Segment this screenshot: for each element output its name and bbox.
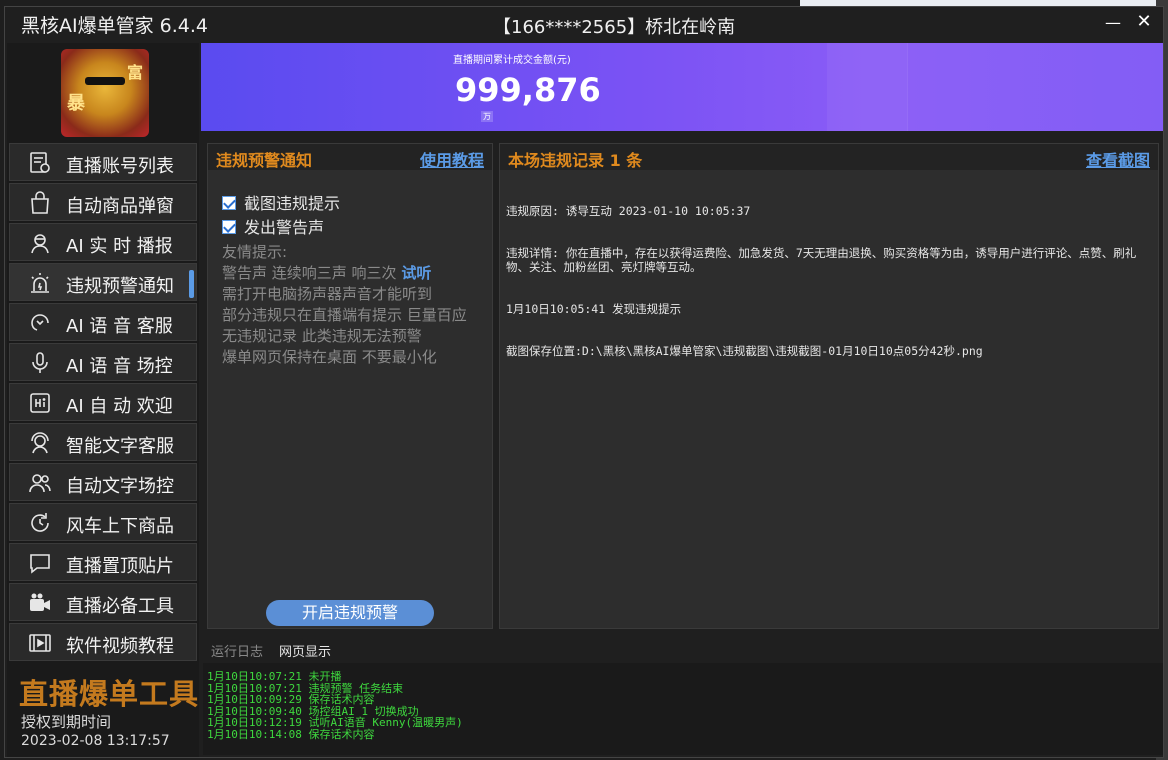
violation-record-text: 违规原因: 诱导互动 2023-01-10 10:05:37 违规详情: 你在直… [506,176,1152,386]
panel-title: 违规预警通知 [216,151,313,170]
user-title: 【166****2565】桥北在岭南 [493,17,736,38]
sales-total-unit: 万 [481,111,493,122]
sidebar-item-label: 直播账号列表 [66,156,174,177]
sidebar-item-label: AI 语 音 场控 [66,356,173,377]
checkbox-label: 截图违规提示 [244,194,341,213]
expire-date: 2023-02-08 13:17:57 [21,733,170,749]
tip-line: 警告声 连续响三声 响三次 试听 [222,263,467,284]
panel-title: 本场违规记录 1 条 [508,151,643,170]
log-tabs: 运行日志 网页显示 [201,637,1163,663]
checkbox-label: 发出警告声 [244,218,325,237]
tip-line: 部分违规只在直播端有提示 巨量百应 [222,306,467,324]
view-screenshot-link[interactable]: 查看截图 [1086,147,1150,171]
avatar: 暴 富 [61,49,149,137]
tip-sound-text: 警告声 连续响三声 响三次 [222,264,397,282]
log-line: 1月10日10:12:19 试听AI语音 Kenny(温暖男声) [207,716,463,729]
pin-message-icon [30,554,50,574]
sidebar-item-label: 软件视频教程 [66,636,174,657]
sidebar-item-product-popup[interactable]: 自动商品弹窗 [9,183,197,221]
sidebar-item-ai-voice-control[interactable]: AI 语 音 场控 [9,343,197,381]
record-line: 违规原因: 诱导互动 2023-01-10 10:05:37 [506,204,751,218]
banner-decoration [907,43,1163,131]
sidebar-item-label: 自动文字场控 [66,476,174,497]
sidebar-item-label: 智能文字客服 [66,436,174,457]
banner-decoration [827,43,907,131]
sidebar-item-label: 风车上下商品 [66,516,174,537]
sales-banner: 直播期间累计成交金额(元) 999,876 万 [201,43,1163,131]
sidebar-item-live-tools[interactable]: 直播必备工具 [9,583,197,621]
account-list-icon [30,152,50,173]
camera-tools-icon [30,593,50,611]
sidebar: 暴 富 直播账号列表 自动商品弹窗 AI 实 时 播报 违规预警通知 AI 语 … [7,43,199,757]
minimize-button[interactable]: — [1103,13,1123,33]
sidebar-item-account-list[interactable]: 直播账号列表 [9,143,197,181]
tip-line: 爆单网页保持在桌面 不要最小化 [222,348,437,366]
screenshot-checkbox-row[interactable]: 截图违规提示 [222,190,340,214]
sidebar-item-ai-voice-service[interactable]: AI 语 音 客服 [9,303,197,341]
start-warning-button[interactable]: 开启违规预警 [266,600,434,626]
sidebar-item-ai-welcome[interactable]: AI 自 动 欢迎 [9,383,197,421]
panel-header: 违规预警通知 使用教程 [208,144,492,170]
sidebar-item-product-rotation[interactable]: 风车上下商品 [9,503,197,541]
sidebar-item-label: AI 实 时 播报 [66,236,173,257]
hi-icon [30,393,50,413]
log-area[interactable]: 1月10日10:07:21 未开播 1月10日10:07:21 违规预警 任务结… [203,663,1163,755]
shopping-bag-icon [31,191,49,214]
active-indicator [189,270,194,298]
app-title: 黑核AI爆单管家 6.4.4 [21,15,208,37]
broadcaster-icon [31,234,49,254]
violation-record-panel: 本场违规记录 1 条 查看截图 违规原因: 诱导互动 2023-01-10 10… [499,143,1159,629]
sidebar-item-label: AI 自 动 欢迎 [66,396,173,417]
sidebar-item-video-tutorial[interactable]: 软件视频教程 [9,623,197,661]
sunglasses-icon [85,77,125,85]
log-line: 1月10日10:07:21 未开播 [207,670,342,683]
video-tutorial-icon [29,634,51,652]
sidebar-nav: 直播账号列表 自动商品弹窗 AI 实 时 播报 违规预警通知 AI 语 音 客服 [9,143,197,663]
microphone-icon [32,352,48,373]
title-bar: 黑核AI爆单管家 6.4.4 【166****2565】桥北在岭南 — ✕ [5,7,1163,41]
sidebar-item-label: 直播置顶贴片 [66,556,174,577]
voice-service-icon [31,314,49,331]
sidebar-item-label: 自动商品弹窗 [66,196,174,217]
try-listen-link[interactable]: 试听 [401,264,431,282]
expire-label: 授权到期时间 [21,713,112,731]
avatar-text: 富 [127,63,144,82]
close-button[interactable]: ✕ [1133,11,1155,33]
sidebar-item-text-control[interactable]: 自动文字场控 [9,463,197,501]
brand-logo-text: 直播爆单工具 [19,677,200,711]
sidebar-item-label: 直播必备工具 [66,596,174,617]
refresh-icon [31,513,49,532]
record-line: 1月10日10:05:41 发现违规提示 [506,302,682,316]
record-line: 截图保存位置:D:\黑核\黑核AI爆单管家\违规截图\违规截图-01月10日10… [506,344,983,358]
alarm-icon [31,273,49,293]
tips-block: 友情提示: 警告声 连续响三声 响三次 试听 需打开电脑扬声器声音才能听到 部分… [222,242,467,368]
sidebar-item-ai-broadcast[interactable]: AI 实 时 播报 [9,223,197,261]
panel-header: 本场违规记录 1 条 查看截图 [500,144,1158,170]
tab-run-log[interactable]: 运行日志 [211,641,263,660]
warning-sound-checkbox[interactable] [222,220,236,234]
log-line: 1月10日10:09:29 保存话术内容 [207,693,375,706]
record-line: 违规详情: 你在直播中，存在以获得运费险、加急发货、7天无理由退换、购买资格等为… [506,246,1137,274]
sidebar-item-violation-warning[interactable]: 违规预警通知 [9,263,197,301]
warning-settings-panel: 违规预警通知 使用教程 截图违规提示 发出警告声 友情提示: 警告声 连续响三声… [207,143,493,629]
app-window: 黑核AI爆单管家 6.4.4 【166****2565】桥北在岭南 — ✕ 暴 … [4,6,1164,758]
users-icon [29,474,51,493]
banner-caption: 直播期间累计成交金额(元) [453,55,571,66]
avatar-text: 暴 [67,93,85,114]
sidebar-item-text-service[interactable]: 智能文字客服 [9,423,197,461]
sidebar-item-label: 违规预警通知 [66,276,174,297]
headset-icon [31,432,49,454]
tutorial-link[interactable]: 使用教程 [420,147,484,171]
tab-web-view[interactable]: 网页显示 [279,641,331,660]
sidebar-item-label: AI 语 音 客服 [66,316,173,337]
sales-total-value: 999,876 [455,71,601,109]
log-line: 1月10日10:14:08 保存话术内容 [207,727,375,741]
sidebar-item-pinned-banner[interactable]: 直播置顶贴片 [9,543,197,581]
tip-line: 无违规记录 此类违规无法预警 [222,327,422,345]
screenshot-checkbox[interactable] [222,196,236,210]
warning-sound-checkbox-row[interactable]: 发出警告声 [222,214,324,238]
tips-title: 友情提示: [222,243,288,261]
log-lines: 1月10日10:07:21 未开播 1月10日10:07:21 违规预警 任务结… [207,671,463,740]
tip-line: 需打开电脑扬声器声音才能听到 [222,285,433,303]
